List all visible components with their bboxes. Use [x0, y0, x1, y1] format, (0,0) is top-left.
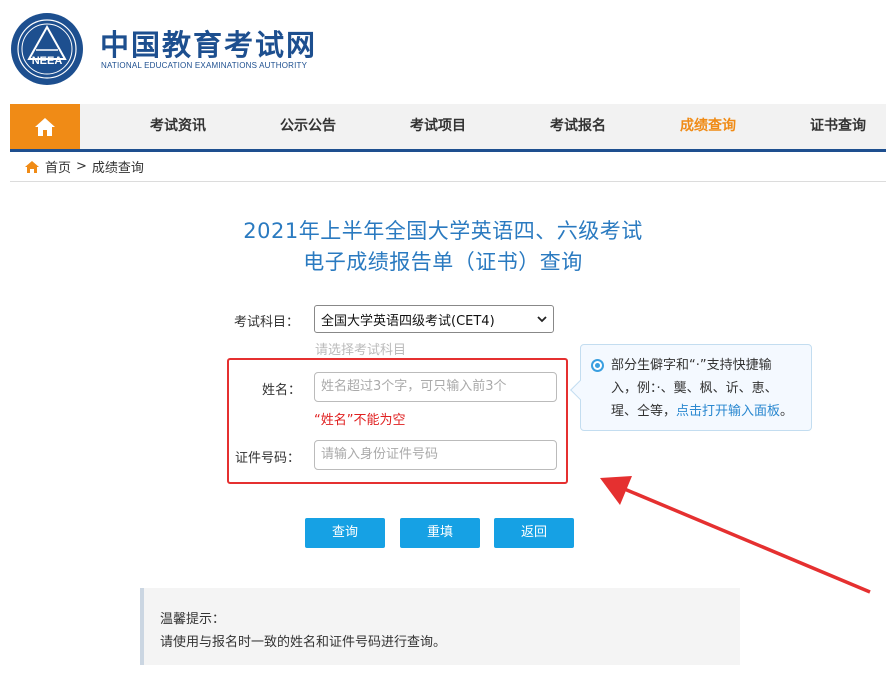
subject-select[interactable]: 全国大学英语四级考试(CET4): [314, 305, 554, 333]
tip-line1: 部分生僻字和“·”支持快捷输: [611, 358, 772, 373]
notice-text: 请使用与报名时一致的姓名和证件号码进行查询。: [160, 635, 447, 650]
subject-hint: 请选择考试科目: [315, 343, 407, 358]
breadcrumb: 首页 > 成绩查询: [10, 152, 886, 182]
notice-box: 温馨提示： 请使用与报名时一致的姓名和证件号码进行查询。: [140, 588, 740, 665]
tip-line3-end: 。: [780, 404, 794, 419]
query-button[interactable]: 查询: [305, 518, 385, 548]
home-icon: [25, 160, 39, 173]
tip-line2: 入，例：·、龑、枫、䜣、恵、: [611, 381, 778, 396]
breadcrumb-separator: >: [76, 159, 87, 174]
tip-line3-text: 瑆、仝等，: [611, 404, 677, 419]
nav-item-score-query[interactable]: 成绩查询: [680, 104, 736, 149]
home-icon: [35, 117, 55, 136]
highlight-box: [227, 358, 568, 484]
reset-button[interactable]: 重填: [400, 518, 480, 548]
logo-text: NEEA: [32, 55, 63, 67]
nav-item-certificate-query[interactable]: 证书查询: [810, 104, 866, 149]
page-title-line1: 2021年上半年全国大学英语四、六级考试: [243, 219, 643, 243]
breadcrumb-home-link[interactable]: 首页: [24, 157, 71, 176]
notice-title: 温馨提示：: [160, 612, 226, 627]
neea-logo[interactable]: NEEA: [10, 12, 84, 86]
nav-item-exam-news[interactable]: 考试资讯: [150, 104, 206, 149]
tip-line3: 瑆、仝等，点击打开输入面板。: [611, 400, 801, 423]
back-button[interactable]: 返回: [494, 518, 574, 548]
subject-select-value: 全国大学英语四级考试(CET4): [321, 313, 495, 329]
breadcrumb-home-label: 首页: [45, 161, 72, 176]
chevron-down-icon: [537, 315, 547, 322]
site-title: 中国教育考试网: [100, 28, 318, 62]
main-nav: 考试资讯 公示公告 考试项目 考试报名 成绩查询 证书查询: [10, 104, 886, 152]
page-title-line2: 电子成绩报告单（证书）查询: [303, 250, 583, 274]
subject-label: 考试科目：: [234, 315, 300, 330]
open-input-panel-link[interactable]: 点击打开输入面板: [676, 404, 780, 419]
nav-item-announcements[interactable]: 公示公告: [280, 104, 336, 149]
info-radio-icon: [591, 359, 604, 372]
nav-item-exam-projects[interactable]: 考试项目: [410, 104, 466, 149]
site-header: NEEA 中国教育考试网 NATIONAL EDUCATION EXAMINAT…: [0, 0, 886, 104]
nav-item-registration[interactable]: 考试报名: [550, 104, 606, 149]
nav-home-button[interactable]: [10, 104, 80, 149]
breadcrumb-current: 成绩查询: [91, 161, 144, 176]
site-subtitle: NATIONAL EDUCATION EXAMINATIONS AUTHORIT…: [101, 61, 308, 70]
tip-arrow: [570, 380, 590, 400]
input-tip-popover: 部分生僻字和“·”支持快捷输 入，例：·、龑、枫、䜣、恵、 瑆、仝等，点击打开输…: [570, 344, 812, 431]
